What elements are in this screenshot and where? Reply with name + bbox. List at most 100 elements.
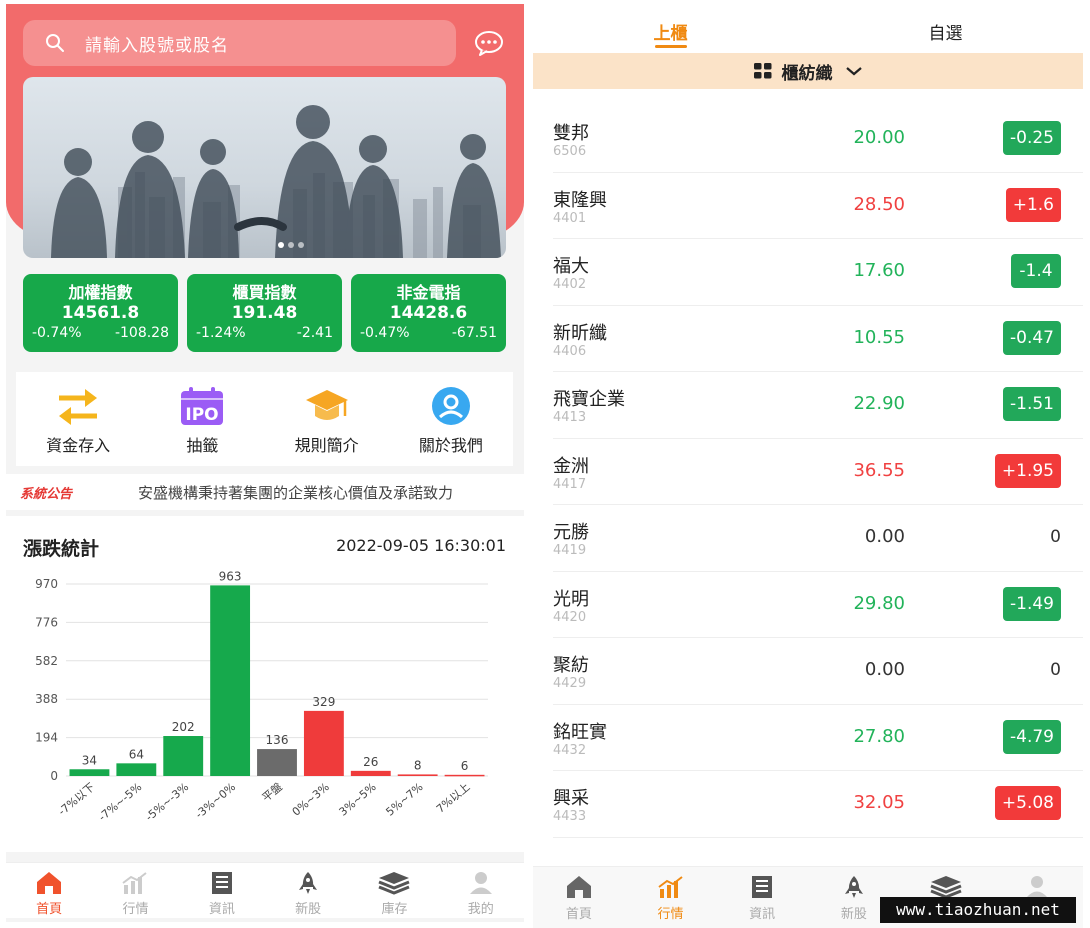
category-label: 櫃紡織 [781, 63, 833, 84]
graduation-cap-icon [305, 390, 348, 420]
index-card-taiex[interactable]: 加權指數 14561.8 -0.74% -108.28 [23, 274, 178, 352]
transfer-arrows-icon [59, 389, 98, 425]
chevron-down-icon [845, 67, 862, 76]
stock-change-badge: -4.79 [1003, 719, 1061, 754]
y-tick-label: 970 [35, 577, 58, 591]
index-change: -67.51 [451, 325, 497, 341]
stock-row[interactable]: 元勝 4419 0.00 0 [553, 505, 1083, 572]
chart-bar [69, 769, 110, 776]
stock-code: 4420 [553, 609, 587, 625]
stock-code: 4401 [553, 210, 587, 226]
bar-value-label: 26 [363, 755, 378, 769]
stock-change-badge: -0.47 [1003, 320, 1061, 355]
tab-label: 首頁 [36, 902, 63, 917]
rocket-icon [844, 876, 863, 898]
tab-otc[interactable]: 上櫃 [533, 0, 808, 52]
x-tick-label: -7%~-5% [96, 780, 144, 823]
tab-label: 新股 [840, 907, 867, 922]
tab-label: 新股 [295, 902, 322, 917]
index-card-otc[interactable]: 櫃買指數 191.48 -1.24% -2.41 [187, 274, 342, 352]
stock-change-badge: +1.6 [1005, 187, 1061, 222]
chart-bar [444, 774, 485, 777]
user-icon [469, 872, 492, 894]
home-icon [37, 872, 62, 894]
promo-banner[interactable] [23, 77, 506, 258]
stock-code: 4406 [553, 343, 587, 359]
stock-list: 雙邦 6506 20.00 -0.25 東隆興 4401 28.50 +1.6 福大 4402 17… [553, 106, 1083, 838]
tab-profile[interactable]: 我的 [438, 863, 524, 918]
x-tick-label: -7%以下 [56, 780, 98, 818]
bar-value-label: 34 [82, 753, 97, 767]
stock-row[interactable]: 光明 4420 29.80 -1.49 [553, 572, 1083, 638]
stock-row[interactable]: 聚紡 4429 0.00 0 [553, 638, 1083, 705]
category-selector[interactable]: 櫃紡織 [533, 53, 1083, 89]
home-screen: 請輸入股號或股名 加權指數 14561.8 -0.74% -108.28 櫃買指… [6, 4, 524, 922]
tab-market[interactable]: 行情 [92, 863, 178, 918]
menu-item-lottery[interactable]: IPO 抽籤 [140, 372, 264, 466]
market-screen: 上櫃 自選 櫃紡織 雙邦 6506 20.00 -0.25 東隆興 4401 28.50 +1… [533, 0, 1083, 928]
menu-item-about[interactable]: 關於我們 [389, 372, 513, 466]
menu-item-label: 規則簡介 [294, 436, 359, 455]
tab-inventory[interactable]: 庫存 [351, 863, 437, 918]
message-icon[interactable] [474, 30, 504, 56]
tab-news[interactable]: 資訊 [179, 863, 265, 918]
stock-price: 20.00 [853, 127, 905, 148]
y-tick-label: 0 [50, 769, 58, 783]
bar-value-label: 136 [266, 733, 289, 747]
index-value: 14428.6 [389, 303, 468, 323]
y-tick-label: 194 [35, 731, 58, 745]
tab-ipo[interactable]: 新股 [265, 863, 351, 918]
stock-price: 0.00 [864, 526, 905, 547]
index-value: 191.48 [231, 303, 298, 323]
rocket-icon [299, 872, 318, 894]
tab-market[interactable]: 行情 [625, 867, 717, 928]
index-name: 非金電指 [396, 283, 461, 302]
grid-icon [753, 63, 771, 79]
stock-change-badge: +1.95 [994, 453, 1061, 488]
menu-item-label: 抽籤 [186, 436, 219, 455]
tab-label: 行情 [657, 907, 684, 922]
stock-price: 28.50 [853, 193, 905, 215]
announcement-bar[interactable]: 系統公告 安盛機構秉持著集團的企業核心價值及承諾致力 [6, 474, 524, 510]
stock-row[interactable]: 雙邦 6506 20.00 -0.25 [553, 106, 1083, 173]
news-icon [211, 872, 232, 894]
tab-watchlist[interactable]: 自選 [808, 0, 1083, 52]
stock-change-badge: -1.4 [1011, 254, 1061, 288]
stock-name: 福大 [553, 256, 589, 277]
index-name: 櫃買指數 [232, 283, 297, 302]
stock-code: 4417 [553, 476, 587, 492]
stock-row[interactable]: 金洲 4417 36.55 +1.95 [553, 439, 1083, 505]
chart-bar [350, 770, 391, 776]
stock-row[interactable]: 福大 4402 17.60 -1.4 [553, 239, 1083, 306]
user-avatar-icon [431, 387, 470, 425]
stats-datetime: 2022-09-05 16:30:01 [336, 536, 506, 555]
stock-code: 4402 [553, 277, 587, 292]
layers-icon [929, 876, 962, 899]
stock-price: 17.60 [853, 260, 905, 281]
x-tick-label: -3%~0% [193, 780, 238, 821]
index-card-non-finance[interactable]: 非金電指 14428.6 -0.47% -67.51 [351, 274, 506, 352]
menu-item-deposit[interactable]: 資金存入 [16, 372, 140, 466]
tab-news[interactable]: 資訊 [716, 867, 808, 928]
menu-item-rules[interactable]: 規則簡介 [265, 372, 389, 466]
stock-row[interactable]: 興采 4433 32.05 +5.08 [553, 771, 1083, 838]
tab-label: 資訊 [208, 902, 235, 917]
x-tick-label: 7%以上 [434, 780, 473, 815]
stock-price: 10.55 [853, 326, 905, 348]
stock-code: 6506 [553, 144, 587, 159]
stock-row[interactable]: 新昕纖 4406 10.55 -0.47 [553, 306, 1083, 372]
search-input[interactable]: 請輸入股號或股名 [23, 20, 456, 66]
search-placeholder: 請輸入股號或股名 [85, 35, 229, 56]
quick-menu: 資金存入 IPO 抽籤 規則簡介 關於我們 [16, 372, 513, 466]
stock-change-badge: -0.25 [1003, 121, 1061, 155]
chart-icon [657, 876, 683, 898]
stock-name: 飛寶企業 [553, 389, 625, 410]
stock-row[interactable]: 銘旺實 4432 27.80 -4.79 [553, 705, 1083, 771]
stock-row[interactable]: 飛寶企業 4413 22.90 -1.51 [553, 372, 1083, 439]
tab-home[interactable]: 首頁 [6, 863, 92, 918]
stock-row[interactable]: 東隆興 4401 28.50 +1.6 [553, 173, 1083, 239]
tab-home[interactable]: 首頁 [533, 867, 625, 928]
market-tabs: 上櫃 自選 [533, 0, 1083, 52]
stock-name: 元勝 [553, 522, 589, 543]
chart-bar [257, 749, 297, 776]
